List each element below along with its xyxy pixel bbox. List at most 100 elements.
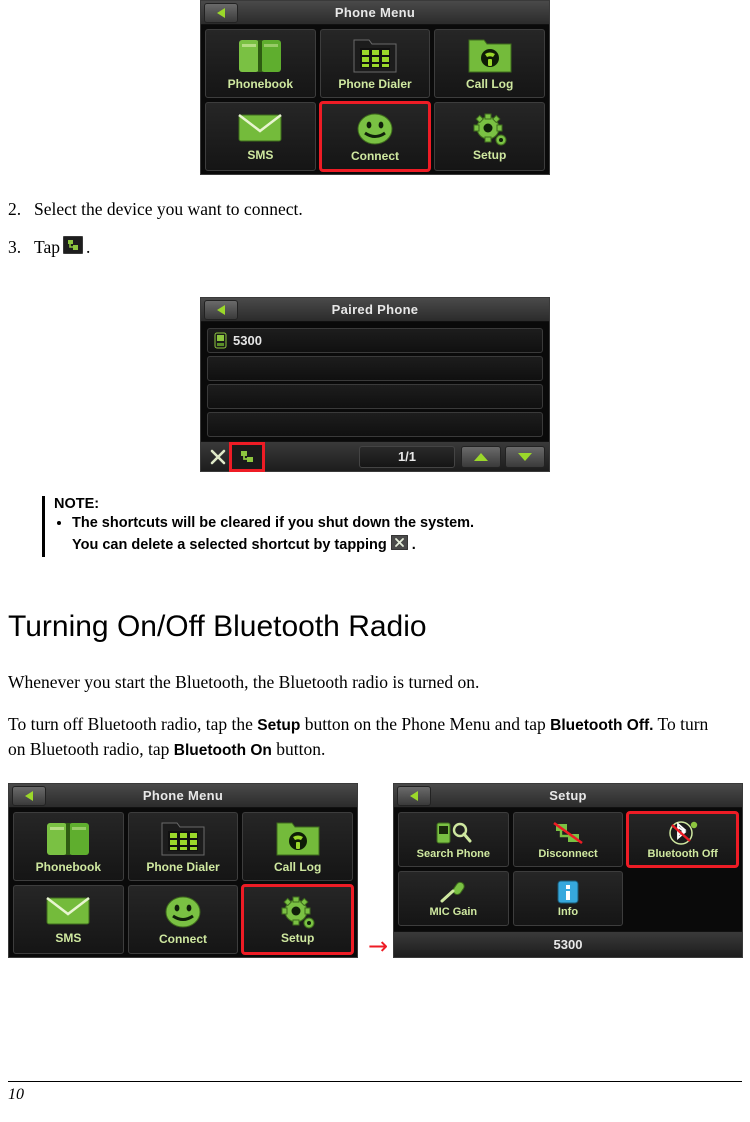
phone-menu-screen-bottom: Phone Menu Phonebook Phone Dialer Call L…: [8, 783, 358, 958]
back-button[interactable]: [204, 2, 238, 23]
tile-bluetooth-off[interactable]: Bluetooth Off: [626, 811, 739, 868]
para2-part1: To turn off Bluetooth radio, tap the: [8, 714, 258, 734]
titlebar: Paired Phone: [201, 298, 549, 322]
note-title: NOTE:: [54, 496, 100, 512]
smiley-icon: [357, 113, 393, 144]
tile-sms[interactable]: SMS: [13, 885, 124, 954]
note-item: You can delete a selected shortcut by ta…: [72, 534, 474, 557]
step-3: 3. Tap .: [8, 235, 708, 261]
gear-icon: [473, 113, 507, 145]
status-text: 5300: [553, 937, 583, 952]
disconnect-icon: [553, 821, 583, 845]
back-button[interactable]: [204, 299, 238, 320]
paragraph-2: To turn off Bluetooth radio, tap the Set…: [8, 712, 720, 761]
tile-phonebook[interactable]: Phonebook: [13, 812, 124, 881]
call-log-icon: [468, 39, 512, 72]
envelope-icon: [238, 113, 283, 141]
back-arrow-icon: [25, 790, 33, 801]
gear-icon: [281, 896, 315, 928]
bottom-toolbar: 1/1: [201, 441, 549, 472]
step-number: 3.: [8, 237, 22, 258]
tile-label: Phonebook: [227, 76, 293, 91]
tile-connect[interactable]: Connect: [127, 885, 239, 954]
para2-bold-setup: Setup: [257, 717, 301, 734]
tile-phone-dialer[interactable]: Phone Dialer: [319, 29, 431, 98]
tile-label: MIC Gain: [429, 906, 478, 918]
tile-empty: [627, 871, 738, 926]
tile-label: Call Log: [465, 76, 514, 91]
tile-sms[interactable]: SMS: [205, 102, 316, 171]
tile-label: Connect: [350, 148, 399, 163]
bluetooth-off-icon: [668, 821, 697, 845]
scroll-down-button[interactable]: [505, 445, 545, 468]
tile-label: SMS: [55, 930, 82, 945]
para2-bold-bluetooth-off: Bluetooth Off.: [550, 717, 654, 734]
para2-part4: button.: [271, 738, 326, 759]
tile-info[interactable]: Info: [512, 871, 624, 926]
list-item[interactable]: 5300: [207, 328, 543, 353]
tile-label: SMS: [247, 147, 274, 162]
back-arrow-icon: [217, 7, 225, 18]
screen-title: Phone Menu: [142, 788, 224, 803]
tile-setup[interactable]: Setup: [241, 884, 354, 955]
tile-label: Phone Dialer: [338, 76, 412, 91]
para2-part2: button on the Phone Menu and tap: [300, 714, 551, 734]
connect-button[interactable]: [229, 441, 265, 472]
phone-device-icon: [214, 332, 227, 349]
smiley-icon: [165, 896, 201, 927]
screen-title: Phone Menu: [334, 5, 416, 20]
back-button[interactable]: [12, 785, 46, 806]
back-arrow-icon: [217, 304, 225, 315]
back-button[interactable]: [397, 785, 431, 806]
tile-call-log[interactable]: Call Log: [242, 812, 353, 881]
note-item-text-after: .: [411, 536, 416, 553]
footer-divider: [8, 1081, 742, 1082]
call-log-icon: [276, 822, 320, 855]
flow-arrow-icon: →: [368, 932, 389, 960]
list-item[interactable]: [207, 384, 543, 409]
x-icon: [390, 534, 409, 557]
triangle-down-icon: [518, 452, 532, 461]
titlebar: Phone Menu: [201, 1, 549, 25]
step-2: 2. Select the device you want to connect…: [8, 198, 708, 222]
step-text: Select the device you want to connect.: [34, 199, 303, 219]
tile-connect[interactable]: Connect: [318, 101, 432, 172]
list-item[interactable]: [207, 412, 543, 437]
note-item: The shortcuts will be cleared if you shu…: [72, 514, 474, 534]
screen-title: Paired Phone: [331, 302, 419, 317]
keypad-icon: [161, 822, 205, 855]
tile-disconnect[interactable]: Disconnect: [512, 812, 624, 867]
page-indicator: 1/1: [397, 449, 417, 464]
tile-call-log[interactable]: Call Log: [434, 29, 545, 98]
tile-setup[interactable]: Setup: [434, 102, 545, 171]
tile-label: Call Log: [273, 859, 322, 874]
note-item-text: You can delete a selected shortcut by ta…: [72, 536, 387, 553]
step-text: Tap: [34, 237, 60, 258]
envelope-icon: [46, 896, 91, 924]
back-arrow-icon: [410, 790, 418, 801]
tile-label: Connect: [158, 931, 207, 946]
tile-label: Setup: [280, 930, 315, 945]
list-item[interactable]: [207, 356, 543, 381]
tile-phone-dialer[interactable]: Phone Dialer: [127, 812, 239, 881]
setup-grid: Search Phone Disconnect Bluetooth Off MI…: [394, 808, 742, 930]
menu-grid: Phonebook Phone Dialer Call Log SMS Conn…: [201, 25, 549, 175]
note-box: NOTE: The shortcuts will be cleared if y…: [42, 496, 662, 558]
tile-label: Search Phone: [416, 848, 490, 860]
book-icon: [47, 822, 90, 855]
titlebar: Phone Menu: [9, 784, 357, 808]
tile-mic-gain[interactable]: MIC Gain: [398, 871, 509, 926]
paired-list: 5300: [201, 322, 549, 437]
titlebar: Setup: [394, 784, 742, 808]
tile-phonebook[interactable]: Phonebook: [205, 29, 316, 98]
list-item-label: 5300: [233, 333, 262, 348]
delete-button[interactable]: [205, 445, 231, 469]
step-list: 2. Select the device you want to connect…: [8, 198, 708, 260]
connect-icon: [241, 450, 253, 462]
book-icon: [239, 39, 282, 72]
tile-search-phone[interactable]: Search Phone: [398, 812, 509, 867]
scroll-up-button[interactable]: [461, 445, 501, 468]
screen-title: Setup: [549, 788, 587, 803]
x-icon: [210, 449, 226, 464]
paired-phone-screen: Paired Phone 5300 1/1: [200, 297, 550, 472]
